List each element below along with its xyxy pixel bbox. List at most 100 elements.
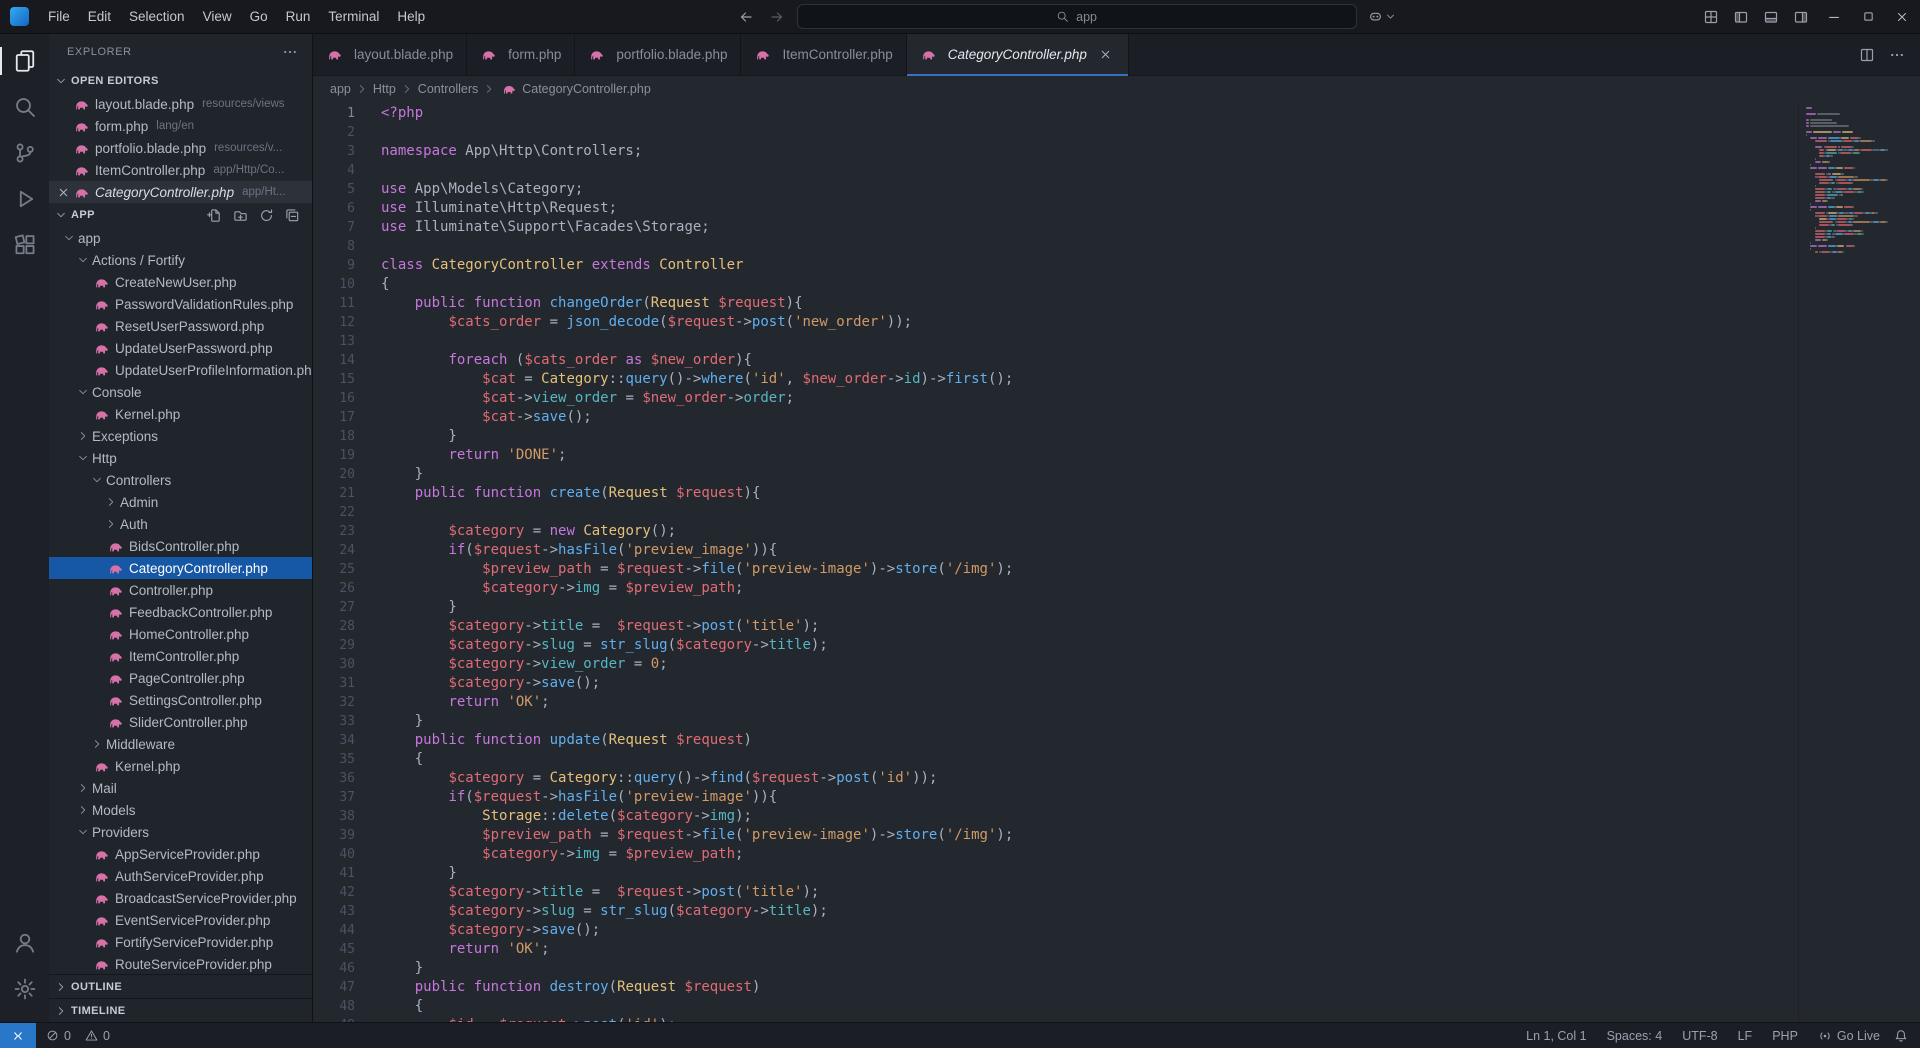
code-line[interactable]: 3namespace App\Http\Controllers;	[313, 142, 1790, 161]
maximize-button[interactable]	[1852, 2, 1884, 32]
code-line[interactable]: 32 return 'OK';	[313, 693, 1790, 712]
tree-item-routeserviceprovider-php[interactable]: RouteServiceProvider.php	[49, 953, 312, 974]
code-line[interactable]: 7use Illuminate\Support\Facades\Storage;	[313, 218, 1790, 237]
code-line[interactable]: 16 $cat->view_order = $new_order->order;	[313, 389, 1790, 408]
code-line[interactable]: 22	[313, 503, 1790, 522]
code-line[interactable]: 28 $category->title = $request->post('ti…	[313, 617, 1790, 636]
notifications-icon[interactable]	[1890, 1023, 1920, 1048]
more-actions-icon[interactable]	[282, 44, 298, 60]
assistant-menu[interactable]	[1366, 9, 1396, 24]
tree-item-kernel-php[interactable]: Kernel.php	[49, 403, 312, 425]
status-language-mode[interactable]: PHP	[1762, 1023, 1808, 1048]
activity-settings-icon[interactable]	[0, 966, 49, 1012]
editor-more-actions-icon[interactable]	[1889, 47, 1905, 63]
code-line[interactable]: 13	[313, 332, 1790, 351]
code-line[interactable]: 5use App\Models\Category;	[313, 180, 1790, 199]
open-editor-categorycontroller-php[interactable]: CategoryController.phpapp/Ht...	[49, 181, 312, 203]
code-line[interactable]: 17 $cat->save();	[313, 408, 1790, 427]
tree-item-authserviceprovider-php[interactable]: AuthServiceProvider.php	[49, 865, 312, 887]
code-line[interactable]: 11 public function changeOrder(Request $…	[313, 294, 1790, 313]
code-line[interactable]: 6use Illuminate\Http\Request;	[313, 199, 1790, 218]
tree-item-mail[interactable]: Mail	[49, 777, 312, 799]
tree-item-app[interactable]: app	[49, 227, 312, 249]
tree-item-homecontroller-php[interactable]: HomeController.php	[49, 623, 312, 645]
project-section-header[interactable]: APP	[49, 203, 312, 227]
code-line[interactable]: 21 public function create(Request $reque…	[313, 484, 1790, 503]
tree-item-broadcastserviceprovider-php[interactable]: BroadcastServiceProvider.php	[49, 887, 312, 909]
code-line[interactable]: 39 $preview_path = $request->file('previ…	[313, 826, 1790, 845]
back-icon[interactable]	[735, 6, 757, 28]
open-editor-portfolio-blade-php[interactable]: portfolio.blade.phpresources/v...	[49, 137, 312, 159]
code-line[interactable]: 25 $preview_path = $request->file('previ…	[313, 560, 1790, 579]
tree-item-exceptions[interactable]: Exceptions	[49, 425, 312, 447]
code-line[interactable]: 1<?php	[313, 104, 1790, 123]
code-line[interactable]: 35 {	[313, 750, 1790, 769]
breadcrumb-app[interactable]: app	[330, 82, 351, 96]
code-line[interactable]: 18 }	[313, 427, 1790, 446]
tree-item-auth[interactable]: Auth	[49, 513, 312, 535]
tree-item-kernel-php[interactable]: Kernel.php	[49, 755, 312, 777]
tree-item-appserviceprovider-php[interactable]: AppServiceProvider.php	[49, 843, 312, 865]
refresh-icon[interactable]	[259, 208, 274, 223]
code-line[interactable]: 2	[313, 123, 1790, 142]
activity-run-and-debug-icon[interactable]	[0, 176, 49, 222]
code-line[interactable]: 24 if($request->hasFile('preview_image')…	[313, 541, 1790, 560]
tree-item-http[interactable]: Http	[49, 447, 312, 469]
tree-item-controller-php[interactable]: Controller.php	[49, 579, 312, 601]
tree-item-fortifyserviceprovider-php[interactable]: FortifyServiceProvider.php	[49, 931, 312, 953]
code-line[interactable]: 44 $category->save();	[313, 921, 1790, 940]
breadcrumb-controllers[interactable]: Controllers	[418, 82, 478, 96]
code-line[interactable]: 37 if($request->hasFile('preview-image')…	[313, 788, 1790, 807]
code-line[interactable]: 8	[313, 237, 1790, 256]
open-editors-header[interactable]: OPEN EDITORS	[49, 69, 312, 93]
minimap[interactable]	[1798, 102, 1920, 1022]
code-line[interactable]: 9class CategoryController extends Contro…	[313, 256, 1790, 275]
activity-accounts-icon[interactable]	[0, 920, 49, 966]
code-line[interactable]: 27 }	[313, 598, 1790, 617]
menu-selection[interactable]: Selection	[120, 5, 194, 28]
menu-run[interactable]: Run	[277, 5, 320, 28]
tab-itemcontroller-php[interactable]: ItemController.php	[741, 34, 906, 75]
code-editor[interactable]: 1<?php23namespace App\Http\Controllers; 4…	[313, 102, 1920, 1022]
tree-item-settingscontroller-php[interactable]: SettingsController.php	[49, 689, 312, 711]
timeline-header[interactable]: TIMELINE	[49, 998, 312, 1022]
tree-item-middleware[interactable]: Middleware	[49, 733, 312, 755]
code-line[interactable]: 20 }	[313, 465, 1790, 484]
tab-layout-blade-php[interactable]: layout.blade.php	[313, 34, 467, 75]
code-line[interactable]: 46 }	[313, 959, 1790, 978]
menu-file[interactable]: File	[39, 5, 79, 28]
menu-go[interactable]: Go	[241, 5, 277, 28]
tree-item-updateuserprofileinformation-php[interactable]: UpdateUserProfileInformation.php	[49, 359, 312, 381]
breadcrumb-categorycontroller-php[interactable]: CategoryController.php	[500, 81, 651, 97]
code-line[interactable]: 47 public function destroy(Request $requ…	[313, 978, 1790, 997]
tree-item-admin[interactable]: Admin	[49, 491, 312, 513]
code-line[interactable]: 45 return 'OK';	[313, 940, 1790, 959]
tree-item-models[interactable]: Models	[49, 799, 312, 821]
new-file-icon[interactable]	[207, 208, 222, 223]
tab-categorycontroller-php[interactable]: CategoryController.php	[907, 34, 1129, 75]
menu-help[interactable]: Help	[388, 5, 434, 28]
code-line[interactable]: 36 $category = Category::query()->find($…	[313, 769, 1790, 788]
open-editor-layout-blade-php[interactable]: layout.blade.phpresources/views	[49, 93, 312, 115]
remote-indicator[interactable]	[0, 1023, 36, 1048]
code-line[interactable]: 23 $category = new Category();	[313, 522, 1790, 541]
tree-item-actions-fortify[interactable]: Actions / Fortify	[49, 249, 312, 271]
toggle-secondary-sidebar-icon[interactable]	[1786, 4, 1816, 30]
activity-source-control-icon[interactable]	[0, 130, 49, 176]
code-line[interactable]: 31 $category->save();	[313, 674, 1790, 693]
status-cursor-position[interactable]: Ln 1, Col 1	[1516, 1023, 1596, 1048]
code-line[interactable]: 15 $cat = Category::query()->where('id',…	[313, 370, 1790, 389]
minimize-button[interactable]	[1818, 2, 1850, 32]
customize-layout-icon[interactable]	[1696, 4, 1726, 30]
code-line[interactable]: 42 $category->title = $request->post('ti…	[313, 883, 1790, 902]
tree-item-console[interactable]: Console	[49, 381, 312, 403]
activity-extensions-icon[interactable]	[0, 222, 49, 268]
tree-item-controllers[interactable]: Controllers	[49, 469, 312, 491]
tab-form-php[interactable]: form.php	[467, 34, 575, 75]
tree-item-pagecontroller-php[interactable]: PageController.php	[49, 667, 312, 689]
open-editor-itemcontroller-php[interactable]: ItemController.phpapp/Http/Co...	[49, 159, 312, 181]
toggle-primary-sidebar-icon[interactable]	[1726, 4, 1756, 30]
tree-item-resetuserpassword-php[interactable]: ResetUserPassword.php	[49, 315, 312, 337]
split-editor-icon[interactable]	[1859, 47, 1875, 63]
status-eol[interactable]: LF	[1728, 1023, 1763, 1048]
